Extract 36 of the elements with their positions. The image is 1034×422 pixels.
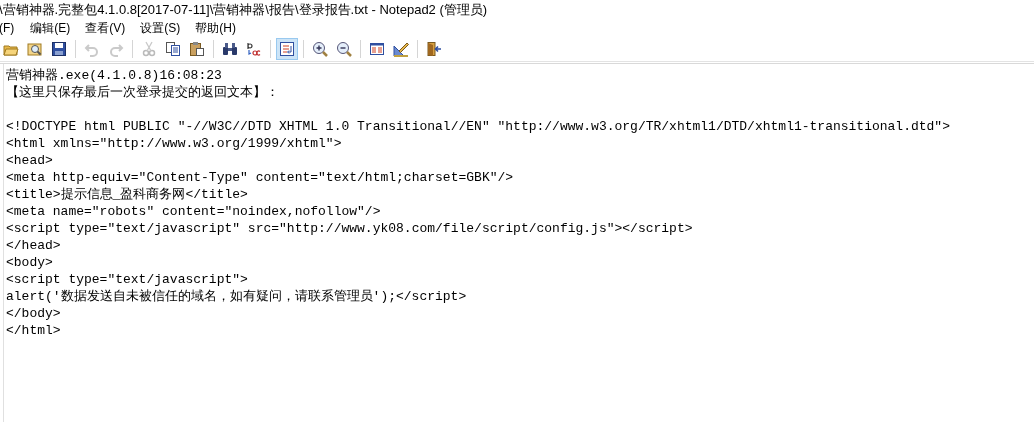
- text-line: <meta http-equiv="Content-Type" content="text/html;charset=GBK"/>: [6, 169, 515, 186]
- menu-item[interactable]: 设置(S): [134, 19, 187, 37]
- word-wrap-icon: [279, 41, 295, 57]
- scissors-icon: [141, 41, 157, 57]
- text-line: <html xmlns="http://www.w3.org/1999/xhtml">: [6, 135, 343, 152]
- exit-door-icon: [426, 41, 442, 57]
- text-line: <meta name="robots" content="noindex,nofollow"/>: [6, 203, 382, 220]
- binoculars-icon: [222, 41, 238, 57]
- undo-icon: [84, 41, 100, 57]
- zoom-out-icon: [336, 41, 352, 57]
- text-line: </body>: [6, 305, 62, 322]
- replace-icon: [246, 41, 262, 57]
- toolbar-button[interactable]: [276, 38, 298, 60]
- redo-icon: [108, 41, 124, 57]
- clipboard-icon: [189, 41, 205, 57]
- text-line: <title>提示信息_盈科商务网</title>: [6, 186, 249, 203]
- text-line: <script type="text/javascript" src="http://www.yk08.com/file/script/config.js"></script>: [6, 220, 694, 237]
- save-icon: [51, 41, 67, 57]
- text-line: </head>: [6, 237, 62, 254]
- text-line: 【这里只保存最后一次登录提交的返回文本】：: [6, 84, 280, 101]
- zoom-in-icon: [312, 41, 328, 57]
- text-line: <body>: [6, 254, 54, 271]
- text-line: <head>: [6, 152, 54, 169]
- text-line: 营销神器.exe(4.1.0.8)16:08:23: [6, 67, 223, 84]
- magnifier-folder-icon: [27, 41, 43, 57]
- menu-item[interactable]: (F): [0, 19, 22, 37]
- menu-item[interactable]: 编辑(E): [24, 19, 77, 37]
- text-line: <script type="text/javascript">: [6, 271, 249, 288]
- window-list-icon: [369, 41, 385, 57]
- copy-icon: [165, 41, 181, 57]
- menu-item[interactable]: 查看(V): [79, 19, 132, 37]
- text-line: <!DOCTYPE html PUBLIC "-//W3C//DTD XHTML 1.0 Transitional//EN" "http://www.w3.org/TR/xhtml1/DTD/xhtml1-transitional.dtd">: [6, 118, 951, 135]
- text-line: alert('数据发送自未被信任的域名，如有疑问，请联系管理员');</script>: [6, 288, 468, 305]
- menu-item[interactable]: 帮助(H): [189, 19, 242, 37]
- text-line: </html>: [6, 322, 62, 339]
- ruler-pencil-icon: [393, 41, 409, 57]
